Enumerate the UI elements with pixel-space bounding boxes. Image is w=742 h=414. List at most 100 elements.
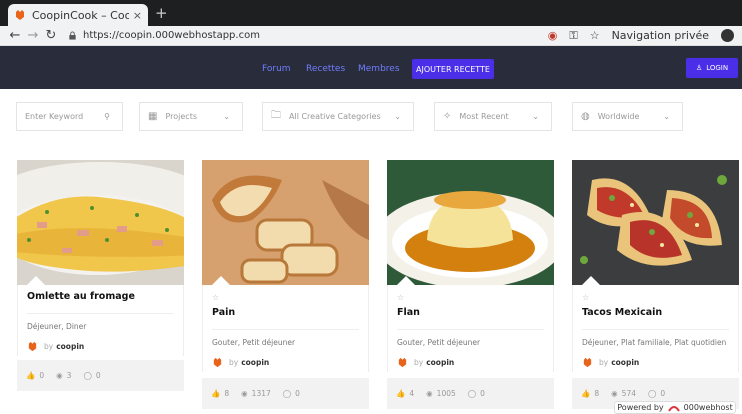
eye-icon: ◉: [426, 389, 433, 398]
browser-tab[interactable]: CoopinCook – Coopératio ×: [8, 4, 148, 26]
card-stats: 👍 8 ◉ 1317 ◯ 0: [202, 378, 369, 409]
close-tab-icon[interactable]: ×: [133, 9, 142, 22]
recipe-title[interactable]: Flan: [397, 303, 544, 330]
comment-icon: ◯: [467, 389, 477, 398]
by-label: by: [414, 357, 424, 367]
recipe-author[interactable]: by coopin: [397, 352, 544, 372]
by-label: by: [229, 357, 239, 367]
comments-count[interactable]: ◯ 0: [468, 389, 485, 398]
add-recipe-button[interactable]: AJOUTER RECETTE: [412, 59, 494, 79]
recipe-author[interactable]: by coopin: [27, 336, 174, 356]
browser-toolbar: ← → ↻ https://coopin.000webhostapp.com ◉…: [0, 26, 742, 46]
favorite-star-icon[interactable]: ☆: [397, 285, 544, 303]
author-name[interactable]: coopin: [241, 358, 269, 367]
favorite-star-icon[interactable]: ☆: [212, 285, 359, 303]
likes-count[interactable]: 👍 0: [26, 371, 44, 380]
recipe-photo-tacos[interactable]: [572, 160, 739, 285]
search-icon[interactable]: ⚲: [104, 112, 110, 121]
by-label: by: [599, 357, 609, 367]
comment-icon: ◯: [648, 389, 657, 398]
views-count: ◉ 1317: [241, 389, 271, 398]
globe-icon: ◍: [581, 111, 590, 122]
nav-link-forum[interactable]: Forum: [262, 64, 291, 74]
recipe-card[interactable]: ☆ Tacos Mexicain Déjeuner, Plat familial…: [572, 160, 739, 409]
comment-icon: ◯: [83, 371, 92, 380]
tab-title: CoopinCook – Coopératio: [32, 8, 129, 22]
extension-icon[interactable]: ◉: [548, 29, 558, 42]
reload-icon[interactable]: ↻: [42, 28, 60, 43]
browser-tab-bar: CoopinCook – Coopératio × +: [0, 0, 742, 26]
region-label: Worldwide: [597, 112, 640, 121]
key-icon[interactable]: ⚿: [569, 29, 577, 43]
add-recipe-label: AJOUTER RECETTE: [416, 64, 490, 74]
powered-by-badge[interactable]: Powered by 000webhost: [614, 401, 736, 414]
recipe-title[interactable]: Tacos Mexicain: [582, 303, 729, 330]
nav-link-membres[interactable]: Membres: [358, 64, 400, 74]
recipe-title[interactable]: Omlette au fromage: [27, 285, 174, 314]
thumb-up-icon: 👍: [396, 389, 406, 398]
powered-prefix: Powered by: [617, 403, 664, 412]
recipe-categories: Gouter, Petit déjeuner: [212, 338, 296, 347]
categories-select[interactable]: 🗀 All Creative Categories ⌄: [262, 102, 414, 131]
likes-count[interactable]: 👍 4: [396, 389, 414, 398]
comments-count[interactable]: ◯ 0: [83, 371, 100, 380]
views-count: ◉ 574: [611, 389, 636, 398]
likes-count[interactable]: 👍 8: [581, 389, 599, 398]
chevron-down-icon: ⌄: [223, 112, 230, 121]
thumb-up-icon: 👍: [581, 389, 591, 398]
favorite-star-icon[interactable]: ☆: [582, 285, 729, 303]
thumb-up-icon: 👍: [26, 371, 36, 380]
recipe-author[interactable]: by coopin: [582, 352, 729, 372]
nav-link-recettes[interactable]: Recettes: [306, 64, 345, 74]
avatar: [583, 357, 592, 367]
projects-select[interactable]: ▦ Projects ⌄: [139, 102, 243, 131]
recipe-photo-omelette[interactable]: [17, 160, 184, 285]
login-label: LOGIN: [706, 64, 729, 72]
recipe-title[interactable]: Pain: [212, 303, 359, 330]
keyword-search[interactable]: Enter Keyword ⚲: [16, 102, 123, 131]
sort-select[interactable]: ✧ Most Recent ⌄: [434, 102, 552, 131]
comments-count[interactable]: ◯ 0: [648, 389, 665, 398]
projects-label: Projects: [165, 112, 197, 121]
recipe-card[interactable]: ☆ Flan Gouter, Petit déjeuner by coopin 👍…: [387, 160, 554, 409]
coopin-favicon-icon: [16, 10, 24, 20]
card-stats: 👍 4 ◉ 1005 ◯ 0: [387, 378, 554, 409]
views-count: ◉ 3: [56, 371, 72, 380]
recipe-photo-pain[interactable]: [202, 160, 369, 285]
author-name[interactable]: coopin: [426, 358, 454, 367]
author-name[interactable]: coopin: [56, 342, 84, 351]
recipe-author[interactable]: by coopin: [212, 352, 359, 372]
by-label: by: [44, 341, 54, 351]
avatar: [398, 357, 407, 367]
region-select[interactable]: ◍ Worldwide ⌄: [572, 102, 683, 131]
comments-count[interactable]: ◯ 0: [283, 389, 300, 398]
likes-count[interactable]: 👍 8: [211, 389, 229, 398]
recipe-categories: Gouter, Petit déjeuner: [397, 338, 481, 347]
card-stats: 👍 0 ◉ 3 ◯ 0: [17, 360, 184, 391]
user-icon: ♙: [695, 64, 703, 72]
eye-icon: ◉: [241, 389, 248, 398]
categories-label: All Creative Categories: [289, 112, 381, 121]
recipe-categories: Déjeuner, Plat familiale, Plat quotidien: [582, 338, 727, 347]
author-name[interactable]: coopin: [611, 358, 639, 367]
recipe-card[interactable]: ☆ Pain Gouter, Petit déjeuner by coopin 👍…: [202, 160, 369, 409]
grid-icon: ▦: [148, 111, 158, 122]
private-label: Navigation privée: [611, 29, 709, 42]
star-icon[interactable]: ☆: [590, 29, 600, 42]
comment-icon: ◯: [282, 389, 292, 398]
sort-label: Most Recent: [459, 112, 509, 121]
address-bar[interactable]: https://coopin.000webhostapp.com: [68, 30, 548, 41]
recipe-photo-flan[interactable]: [387, 160, 554, 285]
avatar: [213, 357, 222, 367]
folder-icon: 🗀: [271, 110, 281, 121]
new-tab-button[interactable]: +: [155, 4, 168, 22]
views-count: ◉ 1005: [426, 389, 456, 398]
back-arrow-icon[interactable]: ←: [6, 28, 24, 43]
search-input[interactable]: Enter Keyword: [25, 112, 83, 121]
powered-brand: 000webhost: [683, 403, 733, 412]
private-browsing-icon: [721, 29, 734, 42]
recipe-card[interactable]: Omlette au fromage Déjeuner, Diner by coo…: [17, 160, 184, 391]
thumb-up-icon: 👍: [211, 389, 221, 398]
forward-arrow-icon[interactable]: →: [24, 28, 42, 43]
login-button[interactable]: ♙ LOGIN: [686, 58, 738, 78]
